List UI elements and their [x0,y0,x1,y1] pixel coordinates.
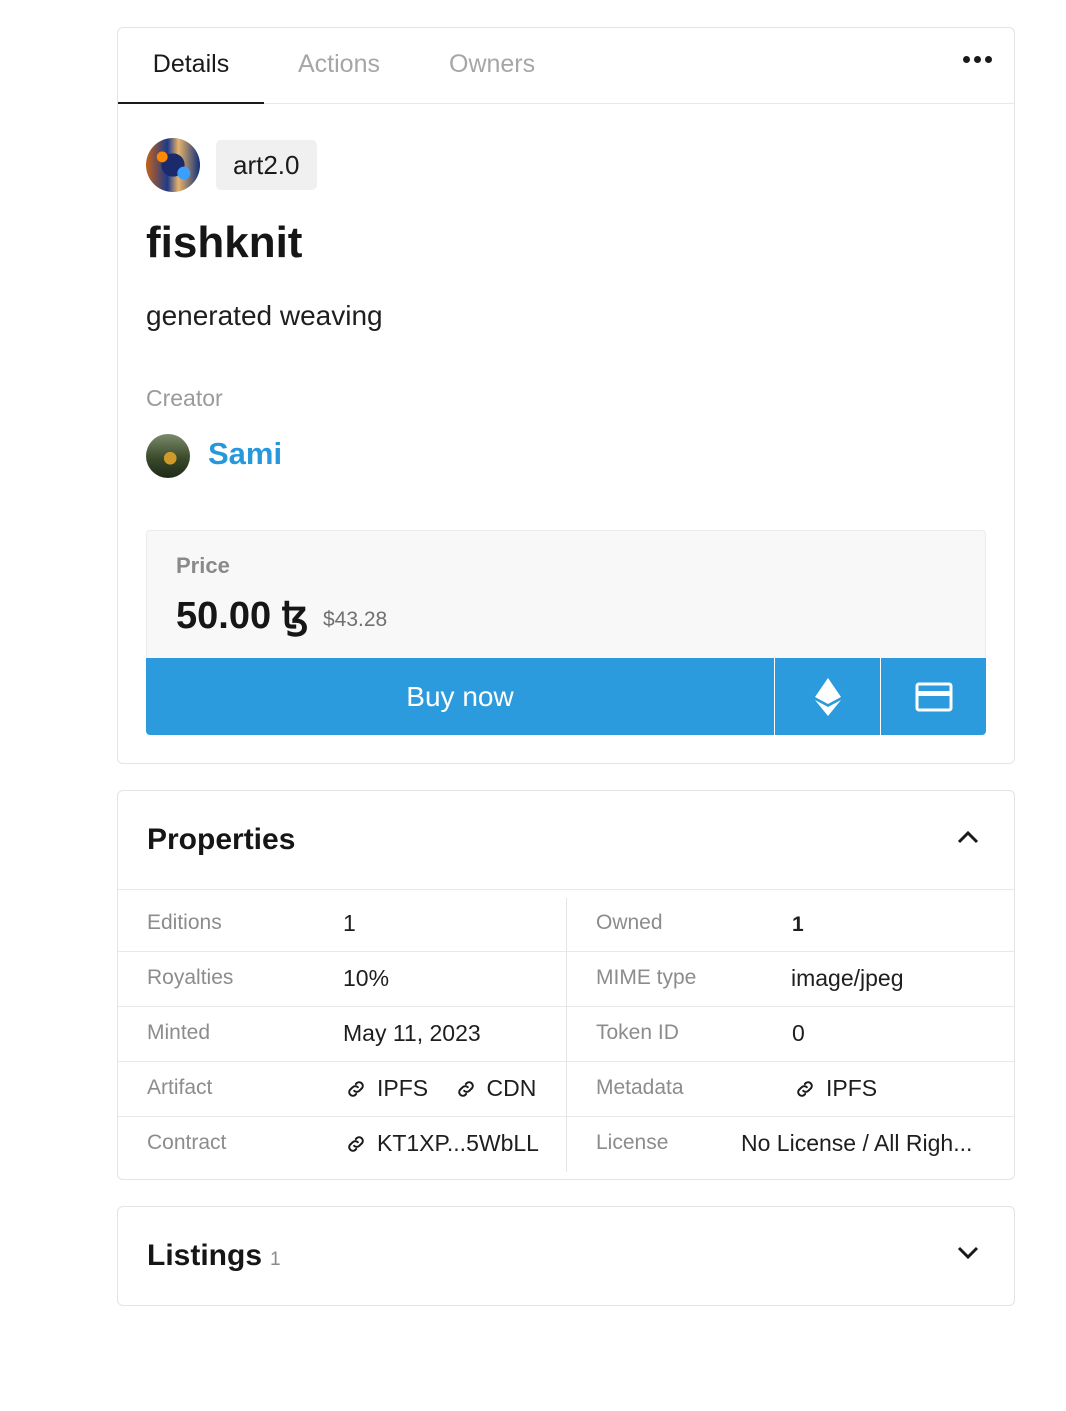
properties-card: Properties Editions 1 Owned 1 Royalties … [117,790,1015,1180]
property-row-editions: Editions 1 Owned 1 [118,897,1014,952]
contract-links: KT1XP...5WbLL [345,1130,559,1161]
buy-now-button[interactable]: Buy now [146,658,774,735]
artifact-cdn-link[interactable]: CDN [455,1075,537,1102]
artifact-ipfs-link[interactable]: IPFS [345,1075,428,1102]
chevron-up-icon[interactable] [956,829,980,845]
pay-with-eth-button[interactable] [774,658,880,735]
properties-header[interactable]: Properties [118,791,1014,890]
property-key: Editions [147,911,222,934]
chevron-down-icon[interactable] [956,1245,980,1261]
property-key: License [596,1131,669,1154]
artifact-links: IPFS CDN [345,1075,556,1106]
token-details-card: Details Actions Owners art2.0 fishknit g… [117,27,1015,764]
property-value: 0 [792,1020,805,1046]
tab-owners[interactable]: Owners [449,28,535,104]
property-key: Token ID [596,1021,679,1044]
property-row-royalties: Royalties 10% MIME type image/jpeg [118,952,1014,1007]
contract-link[interactable]: KT1XP...5WbLL [345,1130,539,1157]
property-value: image/jpeg [791,965,904,991]
buy-bar: Buy now [146,658,986,735]
property-value: May 11, 2023 [343,1020,481,1046]
price-box: Price 50.00 ꜩ $43.28 [146,530,986,658]
property-key: Minted [147,1021,211,1044]
property-value: 1 [343,910,356,936]
price-amount: 50.00 ꜩ [176,595,309,637]
collection-avatar[interactable] [146,138,200,192]
credit-card-icon [915,682,952,711]
listings-count-badge: 1 [270,1249,281,1270]
property-key: Metadata [596,1076,684,1099]
property-row-minted: Minted May 11, 2023 Token ID 0 [118,1007,1014,1062]
token-title: fishknit [146,218,303,267]
tab-actions[interactable]: Actions [298,28,380,104]
contract-address: KT1XP...5WbLL [377,1130,539,1156]
pay-with-card-button[interactable] [880,658,986,735]
ethereum-icon [814,677,841,716]
more-options-icon[interactable] [963,56,992,63]
property-key: Owned [596,911,663,934]
link-icon [797,1080,813,1097]
token-description: generated weaving [146,300,383,331]
price-label: Price [176,553,230,578]
artifact-ipfs-label: IPFS [377,1075,429,1101]
creator-name-link[interactable]: Sami [208,436,282,472]
artifact-cdn-label: CDN [486,1075,537,1101]
tab-details[interactable]: Details [118,28,264,104]
creator-avatar[interactable] [146,434,190,478]
property-row-contract: Contract KT1XP...5WbLL License No Licens… [118,1117,1014,1172]
listings-card[interactable]: Listings 1 [117,1206,1015,1306]
metadata-ipfs-link[interactable]: IPFS [794,1075,877,1102]
property-row-artifact: Artifact IPFS CDN Metadata IPFS [118,1062,1014,1117]
property-key: Contract [147,1131,227,1154]
property-key: Royalties [147,966,234,989]
tab-bar: Details Actions Owners [118,28,1014,104]
property-value: 10% [343,965,390,991]
properties-title: Properties [147,823,296,856]
price-usd: $43.28 [323,608,388,631]
property-key: Artifact [147,1076,213,1099]
metadata-links: IPFS [794,1075,897,1106]
creator-label: Creator [146,385,223,411]
link-icon [457,1080,474,1097]
property-key: MIME type [596,966,697,989]
link-icon [348,1135,364,1152]
link-icon [348,1080,364,1097]
property-value: 1 [792,913,804,936]
license-value: No License / All Righ... [741,1130,973,1156]
listings-title: Listings [147,1239,263,1272]
collection-tag[interactable]: art2.0 [216,140,317,190]
metadata-ipfs-label: IPFS [826,1075,878,1101]
